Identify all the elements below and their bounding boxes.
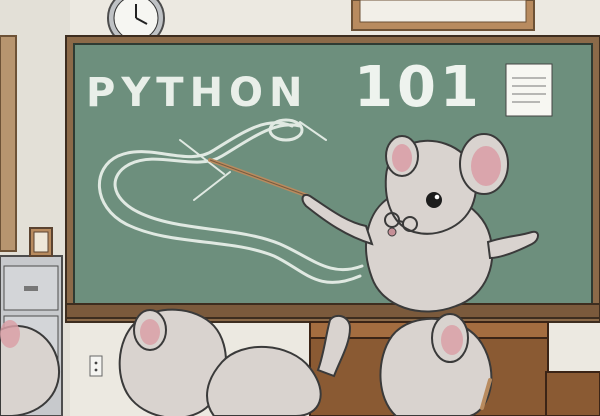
outlet-icon xyxy=(89,355,103,377)
classroom-illustration: PYTHON 101 xyxy=(0,0,600,416)
board-title-left: PYTHON xyxy=(86,70,309,116)
door-frame xyxy=(0,35,17,252)
student-desk-right xyxy=(545,371,600,416)
board-title-right: 101 xyxy=(354,55,483,120)
pinned-note xyxy=(505,63,553,117)
small-photo-frame xyxy=(29,227,53,257)
wall-frame-inner xyxy=(359,0,527,23)
